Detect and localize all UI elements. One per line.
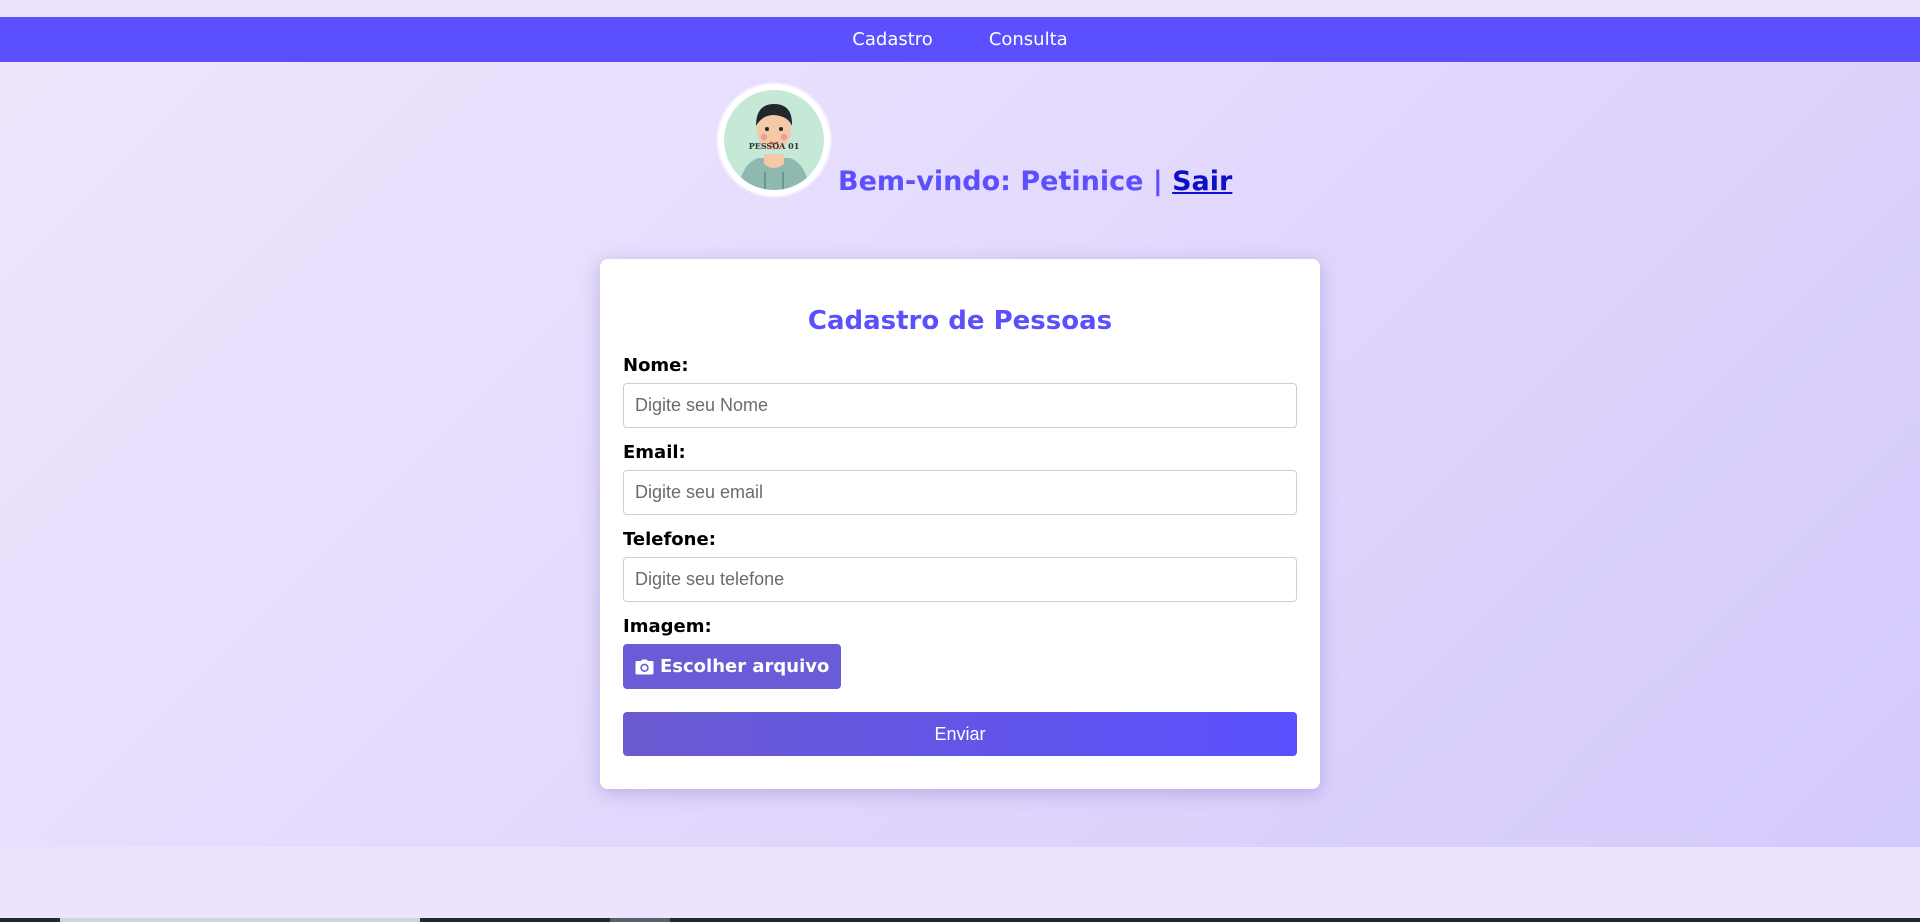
person-avatar-icon: PESSOA 01 bbox=[724, 90, 824, 190]
form-title: Cadastro de Pessoas bbox=[807, 306, 1113, 336]
registration-card: Cadastro de Pessoas Nome: Email: Telefon… bbox=[600, 259, 1320, 789]
nav-consulta-link[interactable]: Consulta bbox=[989, 29, 1068, 50]
phone-input[interactable] bbox=[623, 557, 1297, 602]
top-strip bbox=[0, 0, 1920, 17]
choose-file-button[interactable]: Escolher arquivo bbox=[623, 644, 842, 689]
camera-icon bbox=[635, 659, 654, 674]
footer-band bbox=[0, 847, 1920, 922]
scrollbar-segment bbox=[610, 918, 670, 922]
logout-link[interactable]: Sair bbox=[1172, 166, 1232, 197]
email-input[interactable] bbox=[623, 470, 1297, 515]
image-label: Imagem: bbox=[623, 616, 712, 637]
choose-file-label: Escolher arquivo bbox=[660, 656, 830, 677]
bottom-scrollbar bbox=[0, 918, 1920, 922]
nav-cadastro-link[interactable]: Cadastro bbox=[852, 29, 933, 50]
name-input[interactable] bbox=[623, 383, 1297, 428]
scrollbar-segment bbox=[60, 918, 420, 922]
name-label: Nome: bbox=[623, 355, 689, 376]
top-navbar: Cadastro Consulta bbox=[0, 17, 1920, 62]
phone-label: Telefone: bbox=[623, 529, 716, 550]
svg-text:PESSOA 01: PESSOA 01 bbox=[749, 141, 800, 151]
submit-button[interactable]: Enviar bbox=[623, 712, 1297, 756]
welcome-text: Bem-vindo: Petinice | bbox=[838, 166, 1163, 197]
welcome-heading: Bem-vindo: Petinice | Sair bbox=[838, 166, 1232, 197]
avatar: PESSOA 01 bbox=[718, 84, 830, 196]
email-label: Email: bbox=[623, 442, 686, 463]
